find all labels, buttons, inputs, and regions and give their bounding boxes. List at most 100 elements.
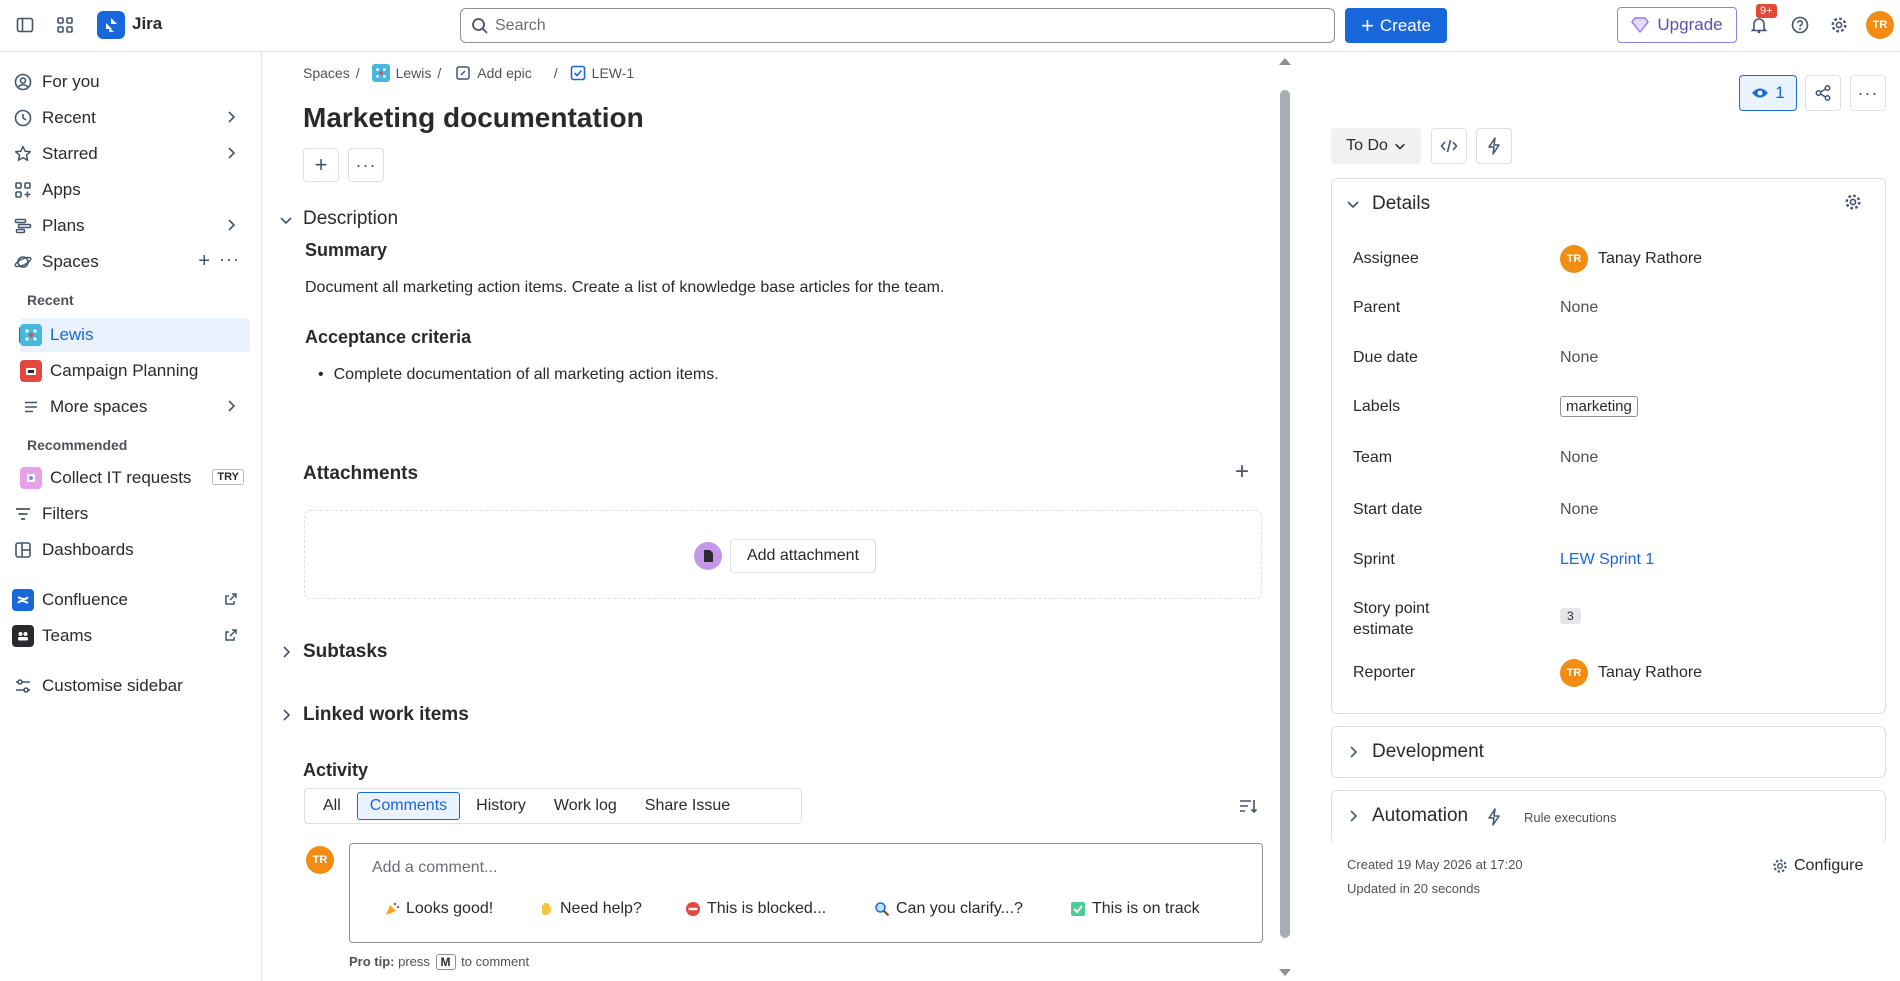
sidebar-item-customise-sidebar[interactable]: Customise sidebar [12,669,250,703]
development-tool-button[interactable] [1431,128,1467,164]
quick-reply-on-track[interactable]: This is on track [1070,900,1200,918]
scrollbar-thumb[interactable] [1280,90,1290,938]
reporter-avatar: TR [1560,659,1588,687]
dashboard-icon [12,539,34,561]
help-icon[interactable] [1787,12,1813,38]
tab-all[interactable]: All [311,793,353,819]
comment-input[interactable] [349,843,1263,943]
settings-gear-icon[interactable] [1826,12,1852,38]
automation-heading[interactable]: Automation [1372,805,1468,827]
share-button[interactable] [1805,75,1841,111]
more-actions-button[interactable]: ··· [348,148,384,182]
settings-gear-icon[interactable] [1844,193,1862,211]
tab-share-issue[interactable]: Share Issue [633,793,742,819]
assignee-label: Assignee [1353,250,1419,267]
add-button[interactable]: + [303,148,339,182]
sidebar-item-confluence[interactable]: Confluence [12,583,250,617]
reporter-value[interactable]: TR Tanay Rathore [1560,659,1702,687]
search-input[interactable]: Search [460,8,1335,43]
sort-icon[interactable] [1238,797,1258,815]
watchers-count: 1 [1775,83,1785,102]
sidebar-item-dashboards[interactable]: Dashboards [12,533,250,567]
sidebar-item-recent[interactable]: Recent [12,101,250,135]
chevron-right-icon[interactable] [279,645,293,659]
configure-button[interactable]: Configure [1772,857,1863,875]
scroll-down-arrow-icon[interactable] [1278,968,1292,978]
sidebar-item-spaces[interactable]: Spaces + ··· [12,245,250,279]
subtasks-heading[interactable]: Subtasks [303,641,387,663]
sidebar-item-teams[interactable]: Teams [12,619,250,653]
lewis-space-icon [20,324,42,346]
chevron-right-icon[interactable] [1346,745,1360,759]
breadcrumb-spaces[interactable]: Spaces [303,65,350,81]
scroll-up-arrow-icon[interactable] [1278,56,1292,66]
app-switcher-icon[interactable] [52,12,78,38]
chevron-right-icon[interactable] [279,708,293,722]
quick-reply-blocked[interactable]: This is blocked... [685,900,826,918]
sidebar-item-starred[interactable]: Starred [12,137,250,171]
external-link-icon [224,592,238,606]
status-dropdown[interactable]: To Do [1331,128,1421,164]
add-attachment-plus-icon[interactable]: + [1235,460,1249,484]
sprint-value[interactable]: LEW Sprint 1 [1560,551,1654,569]
label-chip[interactable]: marketing [1560,396,1638,417]
details-heading[interactable]: Details [1372,193,1430,215]
tab-comments[interactable]: Comments [356,792,461,820]
story-point-value[interactable]: 3 [1560,608,1581,624]
due-date-label: Due date [1353,349,1418,366]
breadcrumb-project[interactable]: Lewis [396,65,432,81]
more-actions-button[interactable]: ··· [1850,75,1886,111]
sidebar-space-campaign-planning[interactable]: Campaign Planning [20,354,250,388]
watch-button[interactable]: 1 [1739,75,1797,111]
team-value[interactable]: None [1560,449,1598,467]
more-options-icon: ··· [1857,82,1879,103]
chevron-right-icon[interactable] [1346,809,1360,823]
attachments-heading: Attachments [303,463,419,484]
sidebar-more-spaces[interactable]: More spaces [20,390,250,424]
lewis-space-icon [371,64,390,82]
sidebar-toggle-icon[interactable] [12,12,38,38]
chevron-down-icon[interactable] [1346,197,1360,211]
parent-label: Parent [1353,299,1401,316]
tab-history[interactable]: History [464,793,538,819]
development-heading[interactable]: Development [1372,741,1484,763]
add-attachment-button[interactable]: Add attachment [730,539,876,573]
jira-logo-icon[interactable] [97,11,125,39]
breadcrumb: Spaces / Lewis / Add epic / LEW-1 [303,64,635,82]
create-button[interactable]: + Create [1345,8,1447,43]
quick-reply-clarify[interactable]: Can you clarify...? [874,900,1023,918]
chevron-down-icon[interactable] [279,213,293,227]
sidebar-item-plans[interactable]: Plans [12,209,250,243]
sidebar-item-for-you[interactable]: For you [12,65,250,99]
top-navigation-bar: Jira Search + Create Upgrade 9+ TR [0,0,1900,52]
page-title[interactable]: Marketing documentation [303,102,644,134]
comment-user-avatar: TR [306,846,334,874]
automation-button[interactable] [1476,128,1512,164]
sidebar-item-filters[interactable]: Filters [12,497,250,531]
breadcrumb-issue-key[interactable]: LEW-1 [592,65,635,81]
parent-value[interactable]: None [1560,299,1598,317]
due-date-value[interactable]: None [1560,349,1598,367]
linked-work-items-heading[interactable]: Linked work items [303,704,469,726]
labels-label: Labels [1353,398,1401,415]
sidebar-item-apps[interactable]: Apps [12,173,250,207]
more-options-icon[interactable]: ··· [219,249,240,270]
start-date-value[interactable]: None [1560,501,1598,519]
quick-reply-need-help[interactable]: Need help? [538,900,642,918]
app-name[interactable]: Jira [132,14,162,34]
quick-reply-looks-good[interactable]: Looks good! [384,900,493,918]
add-space-icon[interactable]: + [198,250,210,273]
user-circle-icon [12,71,34,93]
labels-value[interactable]: marketing [1560,396,1638,417]
lightning-icon [1487,808,1501,826]
upgrade-button[interactable]: Upgrade [1617,7,1737,43]
user-avatar[interactable]: TR [1866,11,1894,39]
tab-work-log[interactable]: Work log [542,793,629,819]
assignee-value[interactable]: TR Tanay Rathore [1560,245,1702,273]
sidebar-space-lewis[interactable]: Lewis [20,318,250,352]
updated-timestamp: Updated in 20 seconds [1347,881,1480,896]
sidebar-collect-it-requests[interactable]: Collect IT requests TRY [20,461,250,495]
breadcrumb-add-epic[interactable]: Add epic [477,65,531,81]
description-heading[interactable]: Description [303,208,398,230]
planet-icon [12,251,34,273]
